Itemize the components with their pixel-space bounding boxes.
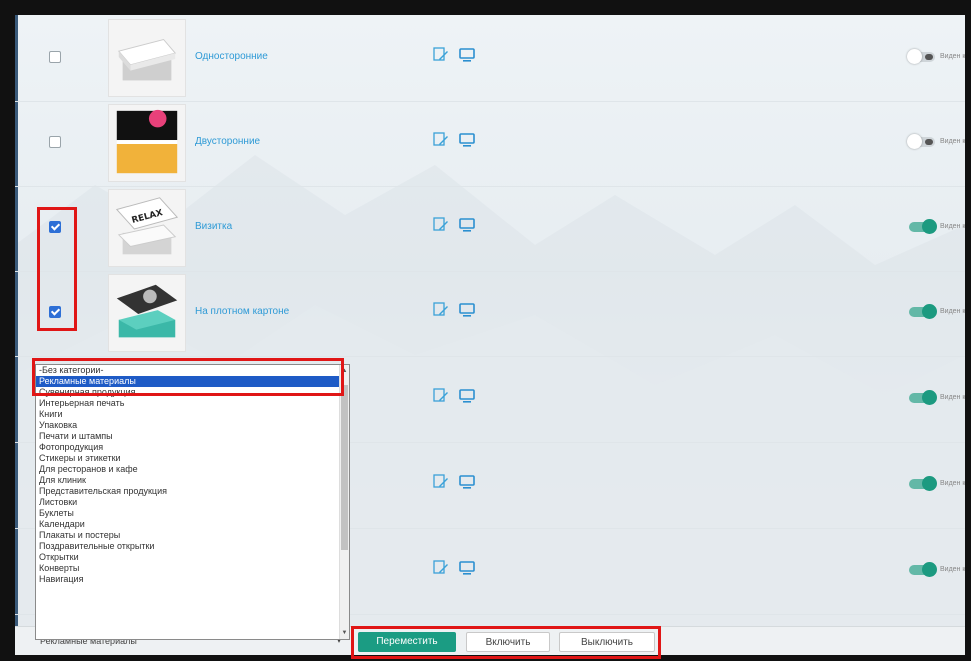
table-row: На плотном картоне Виден к	[15, 270, 965, 357]
product-thumbnail[interactable]	[108, 104, 186, 182]
category-option[interactable]: Конверты	[36, 563, 349, 574]
product-thumbnail[interactable]	[108, 19, 186, 97]
edit-icon[interactable]	[433, 560, 449, 576]
toggle-knob	[922, 219, 937, 234]
desktop-icon[interactable]	[459, 132, 475, 148]
table-row: Двусторонние Виден к	[15, 100, 965, 187]
category-option[interactable]: Для клиник	[36, 475, 349, 486]
category-option[interactable]: Печати и штампы	[36, 431, 349, 442]
category-options: -Без категории- Рекламные материалы Сувени…	[36, 365, 349, 585]
category-option[interactable]: Буклеты	[36, 508, 349, 519]
move-button[interactable]: Переместить	[358, 632, 456, 652]
category-option[interactable]: Поздравительные открытки	[36, 541, 349, 552]
visibility-toggle[interactable]	[909, 304, 937, 319]
category-option[interactable]: Фотопродукция	[36, 442, 349, 453]
category-option[interactable]: Рекламные материалы	[36, 376, 349, 387]
row-icons	[433, 560, 475, 576]
toggle-knob	[907, 49, 922, 64]
desktop-icon[interactable]	[459, 560, 475, 576]
category-option[interactable]: Книги	[36, 409, 349, 420]
visibility-label: Виден к	[940, 223, 965, 230]
edit-icon[interactable]	[433, 47, 449, 63]
visibility-label: Виден к	[940, 308, 965, 315]
toggle-knob	[922, 304, 937, 319]
row-icons	[433, 217, 475, 233]
toggle-knob	[907, 134, 922, 149]
category-option[interactable]: Плакаты и постеры	[36, 530, 349, 541]
row-icons	[433, 132, 475, 148]
product-thumbnail[interactable]: RELAX	[108, 189, 186, 267]
table-row: RELAX Визитка Виден к	[15, 185, 965, 272]
category-option[interactable]: Представительская продукция	[36, 486, 349, 497]
toggle-knob	[922, 562, 937, 577]
row-icons	[433, 47, 475, 63]
edit-icon[interactable]	[433, 217, 449, 233]
category-option[interactable]: Интерьерная печать	[36, 398, 349, 409]
scroll-up-icon[interactable]: ▲	[341, 367, 348, 375]
category-option[interactable]: Стикеры и этикетки	[36, 453, 349, 464]
edit-icon[interactable]	[433, 474, 449, 490]
row-icons	[433, 388, 475, 404]
visibility-toggle[interactable]	[909, 219, 937, 234]
toggle-knob	[922, 390, 937, 405]
table-row: Односторонние Виден к	[15, 15, 965, 102]
category-option[interactable]: Упаковка	[36, 420, 349, 431]
product-name-link[interactable]: Визитка	[195, 221, 232, 232]
product-name-link[interactable]: Односторонние	[195, 51, 268, 62]
category-option[interactable]: -Без категории-	[36, 365, 349, 376]
visibility-toggle[interactable]	[909, 476, 937, 491]
desktop-icon[interactable]	[459, 388, 475, 404]
category-option[interactable]: Открытки	[36, 552, 349, 563]
product-name-link[interactable]: На плотном картоне	[195, 306, 289, 317]
edit-icon[interactable]	[433, 132, 449, 148]
category-option[interactable]: Навигация	[36, 574, 349, 585]
edit-icon[interactable]	[433, 388, 449, 404]
desktop-icon[interactable]	[459, 302, 475, 318]
toggle-knob	[922, 476, 937, 491]
visibility-toggle[interactable]	[909, 390, 937, 405]
scrollbar-thumb[interactable]	[341, 385, 348, 550]
row-icons	[433, 474, 475, 490]
visibility-toggle[interactable]	[909, 562, 937, 577]
row-checkbox[interactable]	[49, 221, 61, 233]
row-checkbox[interactable]	[49, 306, 61, 318]
visibility-label: Виден к	[940, 138, 965, 145]
row-checkbox[interactable]	[49, 51, 61, 63]
visibility-label: Виден к	[940, 394, 965, 401]
visibility-label: Виден к	[940, 480, 965, 487]
enable-button[interactable]: Включить	[466, 632, 550, 652]
category-option[interactable]: Листовки	[36, 497, 349, 508]
product-name-link[interactable]: Двусторонние	[195, 136, 260, 147]
category-option[interactable]: Календари	[36, 519, 349, 530]
edit-icon[interactable]	[433, 302, 449, 318]
listbox-scrollbar[interactable]: ▲ ▼	[339, 365, 349, 639]
product-thumbnail[interactable]	[108, 274, 186, 352]
visibility-toggle[interactable]	[907, 49, 935, 64]
desktop-icon[interactable]	[459, 474, 475, 490]
visibility-label: Виден к	[940, 566, 965, 573]
product-list-panel: Односторонние Виден к Двусторонние Виден кR…	[15, 15, 965, 655]
visibility-label: Виден к	[940, 53, 965, 60]
category-listbox[interactable]: -Без категории- Рекламные материалы Сувени…	[35, 364, 350, 640]
row-checkbox[interactable]	[49, 136, 61, 148]
disable-button[interactable]: Выключить	[559, 632, 655, 652]
category-option[interactable]: Для ресторанов и кафе	[36, 464, 349, 475]
row-icons	[433, 302, 475, 318]
desktop-icon[interactable]	[459, 217, 475, 233]
category-option[interactable]: Сувенирная продукция	[36, 387, 349, 398]
visibility-toggle[interactable]	[907, 134, 935, 149]
desktop-icon[interactable]	[459, 47, 475, 63]
scroll-down-icon[interactable]: ▼	[341, 629, 348, 637]
